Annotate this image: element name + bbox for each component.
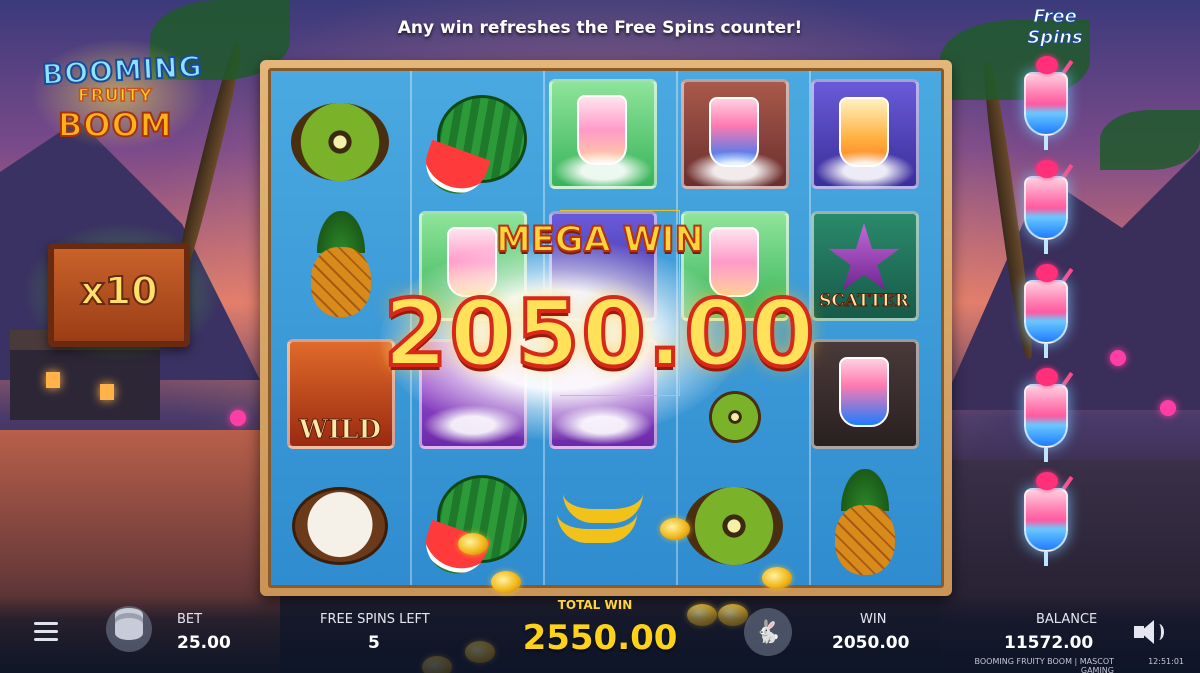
symbol-milkshake <box>543 75 661 193</box>
multiplier-sign: x10 <box>48 243 190 347</box>
cocktail-bow <box>1036 56 1058 74</box>
win-label: WIN <box>860 612 887 627</box>
cocktail-cup <box>1024 176 1068 240</box>
cocktail-icon <box>1016 260 1076 364</box>
cocktail-bow <box>1036 160 1058 178</box>
cocktail-cup <box>1024 384 1068 448</box>
game-footer: BOOMING FRUITY BOOM | MASCOT GAMING <box>974 657 1114 673</box>
kiwi-icon <box>685 487 783 565</box>
balance-value: 11572.00 <box>1004 633 1094 653</box>
flower-decoration <box>1160 400 1176 416</box>
flower-decoration <box>1110 350 1126 366</box>
speaker-cone-icon <box>1140 620 1154 644</box>
symbol-orange-juice <box>805 75 923 193</box>
banana-icon <box>557 513 637 543</box>
gold-coin-icon <box>762 567 792 589</box>
cocktail-stem <box>1044 240 1048 254</box>
pineapple-icon <box>835 505 895 575</box>
kiwi-icon <box>291 103 389 181</box>
cocktail-cup <box>1024 488 1068 552</box>
logo-line-3: BOOM <box>57 105 173 145</box>
cocktail-bow <box>1036 368 1058 386</box>
hut-window <box>100 384 114 400</box>
cocktail-icon <box>1016 52 1076 156</box>
cocktail-cup <box>1024 72 1068 136</box>
palm-leaves-right-2 <box>1100 110 1200 170</box>
symbol-watermelon <box>413 467 531 585</box>
free-spins-title-line-2: Spins <box>1027 27 1084 49</box>
symbol-kiwi <box>281 83 399 201</box>
menu-icon <box>34 630 58 633</box>
bet-value: 25.00 <box>177 633 231 653</box>
kiwi-icon <box>709 391 761 443</box>
hut-window <box>46 372 60 388</box>
splash-icon <box>685 151 785 191</box>
cocktail-bow <box>1036 264 1058 282</box>
menu-icon <box>34 638 58 641</box>
win-value: 2050.00 <box>832 633 910 653</box>
bet-settings-button[interactable] <box>106 606 152 652</box>
free-spins-title: Free Spins <box>1010 6 1100 49</box>
gold-coin-icon <box>458 533 488 555</box>
symbol-banana <box>543 467 661 585</box>
total-win-value: 2550.00 <box>522 618 678 658</box>
clock: 12:51:01 <box>1148 657 1184 666</box>
multiplier-value: x10 <box>79 268 158 314</box>
cocktail-icon <box>1016 364 1076 468</box>
cocktail-icon <box>1016 468 1076 572</box>
splash-icon <box>553 151 653 191</box>
symbol-watermelon <box>413 83 531 203</box>
cocktail-cup <box>1024 280 1068 344</box>
free-spins-counter <box>1008 52 1104 582</box>
symbol-pineapple <box>805 467 923 585</box>
mega-win-title: MEGA WIN <box>495 219 705 261</box>
cocktail-stem <box>1044 552 1048 566</box>
cocktail-icon <box>1016 156 1076 260</box>
wild-label: WILD <box>298 415 382 446</box>
gold-coin-icon <box>491 571 521 593</box>
cocktail-stem <box>1044 136 1048 150</box>
gold-coin-icon <box>660 518 690 540</box>
turbo-button[interactable]: 🐇 <box>744 608 792 656</box>
free-spins-left-label: FREE SPINS LEFT <box>320 612 430 627</box>
cocktail-stem <box>1044 344 1048 358</box>
sound-button[interactable] <box>1134 618 1168 646</box>
menu-icon <box>34 622 58 625</box>
total-win-label: TOTAL WIN <box>557 598 633 612</box>
logo-line-2: FRUITY <box>77 85 153 107</box>
balance-label: BALANCE <box>1036 612 1098 627</box>
sound-wave-icon <box>1154 624 1164 640</box>
rabbit-icon: 🐇 <box>754 619 782 645</box>
symbol-coconut <box>281 467 399 585</box>
cocktail-bow <box>1036 472 1058 490</box>
mega-win-amount: 2050.00 <box>381 278 817 389</box>
coconut-icon <box>292 487 388 565</box>
free-spins-left-value: 5 <box>368 633 380 653</box>
game-logo: BOOMING FRUITY BOOM <box>28 28 208 153</box>
free-spins-title-line-1: Free <box>1033 6 1078 28</box>
chips-icon <box>115 618 143 640</box>
bet-label: BET <box>177 612 203 627</box>
splash-icon <box>815 151 915 191</box>
menu-button[interactable] <box>34 622 60 642</box>
symbol-blue-cocktail <box>675 75 793 193</box>
cocktail-stem <box>1044 448 1048 462</box>
flower-decoration <box>230 410 246 426</box>
